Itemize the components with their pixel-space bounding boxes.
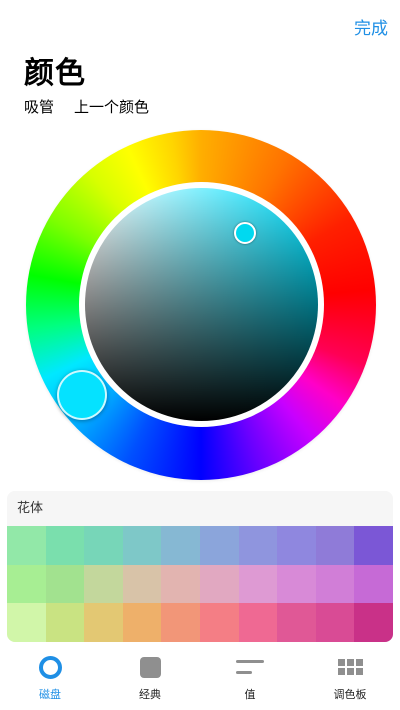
color-swatch[interactable] [161,564,200,603]
color-swatch[interactable] [122,603,162,642]
tab-disk[interactable]: 磁盘 [0,648,100,710]
color-swatch[interactable] [238,526,278,565]
color-swatch[interactable] [84,564,123,603]
color-swatch[interactable] [45,603,85,642]
square-icon [139,656,161,678]
color-swatch[interactable] [45,564,85,603]
color-swatch[interactable] [238,564,278,603]
swatch-grid [7,526,393,642]
color-swatch[interactable] [122,564,162,603]
color-swatch[interactable] [199,564,239,603]
palette-title: 花体 [7,491,393,526]
previous-color-button[interactable]: 上一个颜色 [74,96,149,117]
tab-palette[interactable]: 调色板 [300,648,400,710]
tab-value[interactable]: 值 [200,648,300,710]
color-swatch[interactable] [277,603,316,642]
saturation-brightness-thumb[interactable] [234,222,256,244]
color-swatch[interactable] [45,526,85,565]
eyedropper-button[interactable]: 吸管 [24,96,54,117]
color-disk-icon [38,655,62,679]
color-swatch[interactable] [84,603,123,642]
color-swatch[interactable] [315,564,355,603]
color-swatch[interactable] [354,564,393,603]
color-swatch[interactable] [122,526,162,565]
done-button[interactable]: 完成 [354,14,388,39]
color-swatch[interactable] [277,526,316,565]
color-swatch[interactable] [84,526,123,565]
color-swatch[interactable] [161,526,200,565]
color-swatch[interactable] [7,564,46,603]
sliders-icon [236,660,264,674]
page-title: 颜色 [24,56,86,91]
picker-options: 吸管 上一个颜色 [24,96,149,117]
tab-bar: 磁盘 经典 值 调色板 [0,648,400,710]
color-swatch[interactable] [7,603,46,642]
color-swatch[interactable] [354,603,393,642]
color-swatch[interactable] [315,526,355,565]
tab-label: 调色板 [333,688,367,701]
color-swatch[interactable] [277,564,316,603]
color-swatch[interactable] [7,526,46,565]
tab-label: 值 [244,688,256,701]
grid-icon [337,659,363,675]
color-swatch[interactable] [199,603,239,642]
color-swatch[interactable] [161,603,200,642]
hue-thumb[interactable] [57,370,107,420]
color-picker-screen: 完成 颜色 吸管 上一个颜色 花体 磁盘 经典 值 调色板 [0,0,400,710]
tab-classic[interactable]: 经典 [100,648,200,710]
color-swatch[interactable] [238,603,278,642]
color-swatch[interactable] [354,526,393,565]
tab-label: 经典 [139,688,161,701]
color-swatch[interactable] [315,603,355,642]
saturation-brightness-disk[interactable] [85,188,318,421]
tab-label: 磁盘 [39,688,61,701]
palette-panel: 花体 [7,491,393,642]
color-swatch[interactable] [199,526,239,565]
